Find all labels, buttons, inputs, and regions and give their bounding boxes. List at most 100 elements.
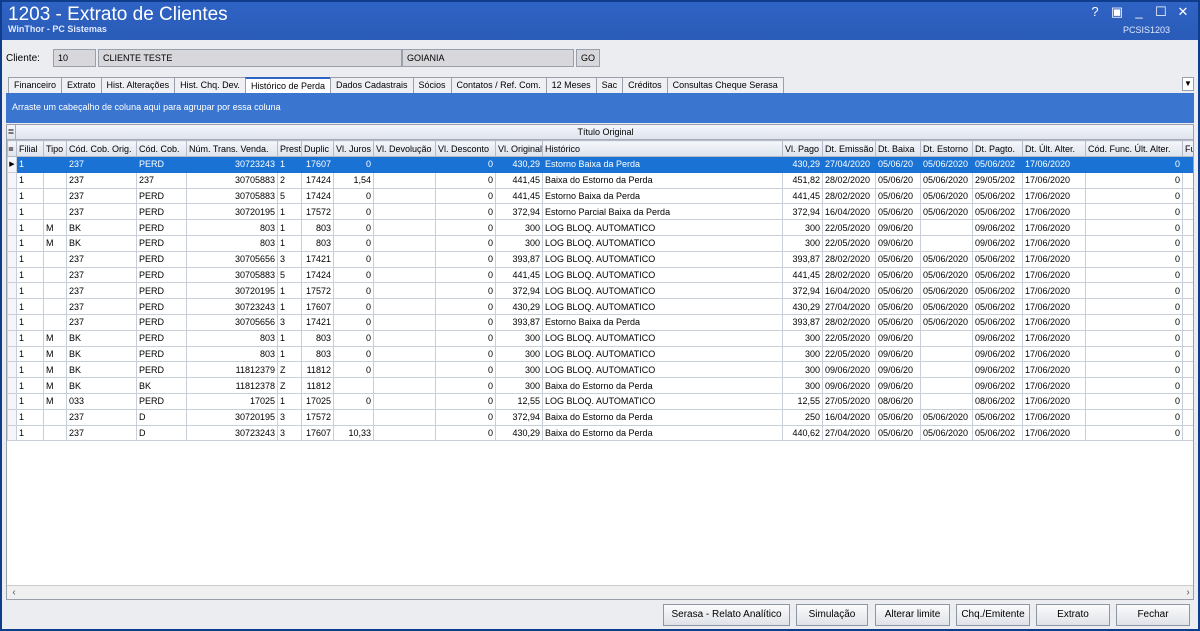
table-row[interactable]: 1 237 PERD 30720195 1 17572 0 0 372,94 Estorno Pa… [7,203,1193,221]
table-cell[interactable]: PERD [136,266,187,284]
table-cell[interactable]: D [136,424,187,442]
table-cell[interactable]: 5 [277,187,302,205]
table-cell[interactable]: 17/06/2020 [1022,156,1086,173]
table-cell[interactable]: LOG BLOQ. AUTOMATICO [542,219,783,236]
table-cell[interactable]: 05/06/20 [875,313,921,331]
table-cell[interactable]: 1 [16,171,44,189]
table-cell[interactable]: 1 [16,203,44,221]
table-cell[interactable]: 09/06/2020 [822,377,876,394]
table-cell[interactable]: 30720195 [186,282,278,300]
table-cell[interactable]: 300 [782,329,823,347]
table-cell[interactable]: 0 [333,156,374,173]
row-indicator[interactable] [7,203,17,221]
check-issuer-button[interactable]: Chq./Emitente [956,604,1030,626]
table-cell[interactable] [920,392,973,410]
tab-item[interactable]: Créditos [622,77,668,93]
table-cell[interactable]: 0 [333,219,374,236]
table-cell[interactable]: 0 [333,266,374,284]
table-cell[interactable]: 17/06/2020 [1022,329,1086,347]
table-cell[interactable]: 033 [66,392,137,410]
table-cell[interactable]: 0 [1085,329,1183,347]
table-cell[interactable]: 27/04/2020 [822,424,876,442]
table-cell[interactable]: 17/06/2020 [1022,408,1086,426]
table-cell[interactable] [920,345,973,363]
table-cell[interactable] [373,171,436,189]
table-cell[interactable]: 05/06/2020 [920,266,973,284]
table-cell[interactable] [333,377,374,394]
column-header[interactable]: Vl. Pago [782,140,823,157]
table-cell[interactable]: 0 [333,187,374,205]
table-cell[interactable]: 0 [435,298,496,315]
table-row[interactable]: 1 237 237 30705883 2 17424 1,54 0 441,45 Baixa do… [7,171,1193,189]
table-cell[interactable]: LOG BLOQ. AUTOMATICO [542,329,783,347]
table-cell[interactable]: 27/04/2020 [822,298,876,315]
tab-item[interactable]: Contatos / Ref. Com. [450,77,547,93]
table-cell[interactable] [373,392,436,410]
table-cell[interactable]: BK [66,361,137,379]
table-cell[interactable]: 09/06/202 [972,329,1023,347]
row-indicator[interactable] [7,345,17,363]
table-cell[interactable]: 05/06/20 [875,171,921,189]
table-row[interactable]: 1 M BK PERD 803 1 803 0 0 300 LOG BLOQ. AUTOMATICO… [7,234,1193,252]
table-cell[interactable]: 17424 [301,187,334,205]
table-cell[interactable]: 11812378 [186,377,278,394]
table-cell[interactable] [1182,408,1193,426]
table-cell[interactable]: 28/02/2020 [822,171,876,189]
table-cell[interactable]: LOG BLOQ. AUTOMATICO [542,345,783,363]
table-cell[interactable]: PERD [136,219,187,236]
table-cell[interactable]: LOG BLOQ. AUTOMATICO [542,298,783,315]
table-cell[interactable]: 0 [333,345,374,363]
table-cell[interactable]: 1 [16,266,44,284]
table-cell[interactable]: 17572 [301,282,334,300]
table-cell[interactable]: 441,45 [495,187,543,205]
table-cell[interactable]: 05/06/2020 [920,313,973,331]
table-cell[interactable]: 28/02/2020 [822,313,876,331]
tab-item[interactable]: Consultas Cheque Serasa [666,77,784,93]
table-cell[interactable]: 0 [333,203,374,221]
table-cell[interactable]: 0 [1085,408,1183,426]
table-cell[interactable]: PERD [136,187,187,205]
table-cell[interactable] [373,345,436,363]
table-cell[interactable]: 17607 [301,156,334,173]
table-cell[interactable]: 0 [435,329,496,347]
horizontal-scrollbar[interactable]: ‹ › [7,585,1193,599]
table-cell[interactable]: 1 [277,345,302,363]
table-cell[interactable]: 372,94 [495,408,543,426]
table-cell[interactable]: 0 [1085,187,1183,205]
table-cell[interactable]: PERD [136,203,187,221]
table-cell[interactable]: 17025 [301,392,334,410]
table-cell[interactable]: 393,87 [495,313,543,331]
row-indicator[interactable] [7,234,17,252]
table-cell[interactable] [373,203,436,221]
table-cell[interactable] [1182,298,1193,315]
column-header[interactable]: Vl. Desconto [435,140,496,157]
table-cell[interactable]: 17/06/2020 [1022,313,1086,331]
table-cell[interactable]: 09/06/202 [972,234,1023,252]
table-cell[interactable]: 28/02/2020 [822,250,876,268]
row-indicator[interactable] [7,392,17,410]
table-cell[interactable] [373,219,436,236]
table-cell[interactable]: 300 [495,234,543,252]
table-cell[interactable]: BK [66,377,137,394]
table-cell[interactable]: 09/06/20 [875,234,921,252]
table-cell[interactable]: 17/06/2020 [1022,345,1086,363]
row-indicator[interactable] [7,266,17,284]
table-cell[interactable]: 237 [136,171,187,189]
maximize-icon[interactable]: ☐ [1154,4,1168,20]
table-cell[interactable]: 05/06/20 [875,156,921,173]
table-cell[interactable]: 441,45 [495,266,543,284]
table-cell[interactable]: 1 [277,329,302,347]
table-cell[interactable]: 372,94 [782,203,823,221]
table-cell[interactable]: 0 [435,234,496,252]
table-cell[interactable]: 30723243 [186,424,278,442]
row-indicator[interactable] [7,187,17,205]
table-cell[interactable]: 300 [782,234,823,252]
table-cell[interactable]: 22/05/2020 [822,329,876,347]
table-cell[interactable]: 803 [186,234,278,252]
table-cell[interactable]: 0 [1085,156,1183,173]
table-cell[interactable]: 05/06/202 [972,298,1023,315]
table-cell[interactable] [373,424,436,442]
table-cell[interactable]: 1 [277,156,302,173]
table-cell[interactable]: 237 [66,250,137,268]
change-limit-button[interactable]: Alterar limite [875,604,950,626]
